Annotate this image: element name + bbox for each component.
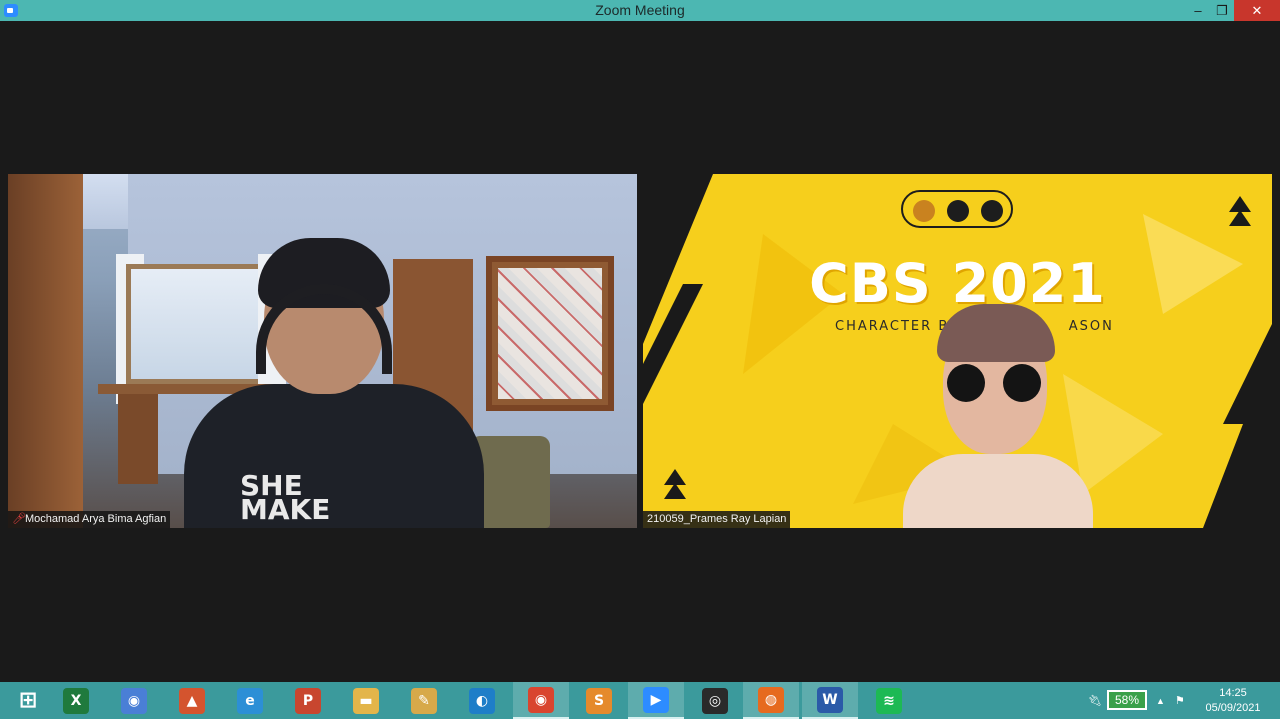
word-icon: W [817,686,843,713]
sunglasses-right-lens [1003,364,1041,402]
powerpoint-icon: P [295,687,321,714]
start-icon: ⊞ [18,688,38,713]
sunglasses-left-lens [947,364,985,402]
chrome-icon: ◉ [528,686,554,713]
participant-video-person [184,238,484,528]
person-body [903,454,1093,528]
internet-explorer-icon: e [237,687,263,714]
file-explorer-icon: ▬ [353,687,379,714]
taskbar-button-edge[interactable]: ◐ [454,682,510,719]
crest-logo-icon [913,200,935,222]
zoom-icon: ▶ [643,686,669,713]
system-clock[interactable]: 14:25 05/09/2021 [1198,686,1268,716]
taskbar-button-powerpoint[interactable]: P [280,682,336,719]
desk-drawers [118,394,158,484]
participant-video-person [903,304,1123,528]
window-title: Zoom Meeting [595,2,685,18]
participant-name: 210059_Prames Ray Lapian [647,513,787,525]
taskbar-button-excel[interactable]: X [48,682,104,719]
edge-icon: ◐ [469,687,495,714]
person-body [184,384,484,528]
windows-taskbar: ⊞ X ◉ ▲ e P ▬ ✎ ◐ ◉ S ▶ ◎ ◍ W ≋ 🔌︎ 58% ▲ ⚑ 14:25 05/09/… [0,682,1280,719]
action-center-icon[interactable]: ⚑ [1175,682,1185,719]
badge-logo-icon [947,200,969,222]
taskbar-button-zoom[interactable]: ▶ [628,682,684,719]
gauge-app-icon: ◎ [702,687,728,714]
taskbar-button-matlab[interactable]: ▲ [164,682,220,719]
clock-time: 14:25 [1219,687,1247,699]
matlab-icon: ▲ [179,687,205,714]
taskbar-button-internet-explorer[interactable]: e [222,682,278,719]
taskbar-button-spotify[interactable]: ≋ [861,682,917,719]
person-hair [937,304,1055,362]
arrow-up-icon [664,483,686,499]
spotify-icon: ≋ [876,687,902,714]
video-tile-participant-2[interactable]: CBS 2021 CHARACTER BU ASON 210059_Prames … [643,174,1272,528]
meeting-gallery: SHE MAKE 🎤︎Mochamad Arya Bima Agfian CBS… [0,21,1280,682]
taskbar-button-firefox[interactable]: ◍ [743,682,799,719]
close-button[interactable]: ✕ [1234,0,1280,21]
excel-icon: X [63,687,89,714]
arrow-up-icon [1229,210,1251,226]
muted-mic-icon: 🎤︎ [12,513,26,525]
taskbar-button-gauge-app[interactable]: ◎ [687,682,743,719]
participant-name-label: 🎤︎Mochamad Arya Bima Agfian [8,511,171,528]
clock-date: 05/09/2021 [1205,702,1261,714]
power-plug-icon[interactable]: 🔌︎ [1088,682,1102,719]
participant-name: Mochamad Arya Bima Agfian [25,513,167,525]
video-tile-participant-1[interactable]: SHE MAKE 🎤︎Mochamad Arya Bima Agfian [8,174,637,528]
paint-icon: ✎ [411,687,437,714]
battery-indicator[interactable]: 58% [1107,690,1147,710]
sublime-text-icon: S [586,687,612,714]
firefox-icon: ◍ [758,686,784,713]
show-hidden-icons-button[interactable]: ▲ [1156,682,1165,719]
cork-board [486,256,614,411]
taskbar-button-file-explorer[interactable]: ▬ [338,682,394,719]
taskbar-button-sublime-text[interactable]: S [571,682,627,719]
room-door [8,174,83,528]
shirt-print: SHE MAKE [240,469,331,526]
participant-name-label: 210059_Prames Ray Lapian [643,511,791,528]
taskbar-button-paint[interactable]: ✎ [396,682,452,719]
taskbar-button-word[interactable]: W [802,682,858,719]
chrome-circle-icon: ◉ [121,687,147,714]
sponsor-logos [901,190,1013,228]
taskbar-button-chrome-circle[interactable]: ◉ [106,682,162,719]
title-bar: Zoom Meeting – ❐ ✕ [0,0,1280,21]
restore-button[interactable]: ❐ [1208,0,1236,21]
pinned-papers [498,268,602,399]
u-logo-icon [981,200,1003,222]
taskbar-button-chrome[interactable]: ◉ [513,682,569,719]
